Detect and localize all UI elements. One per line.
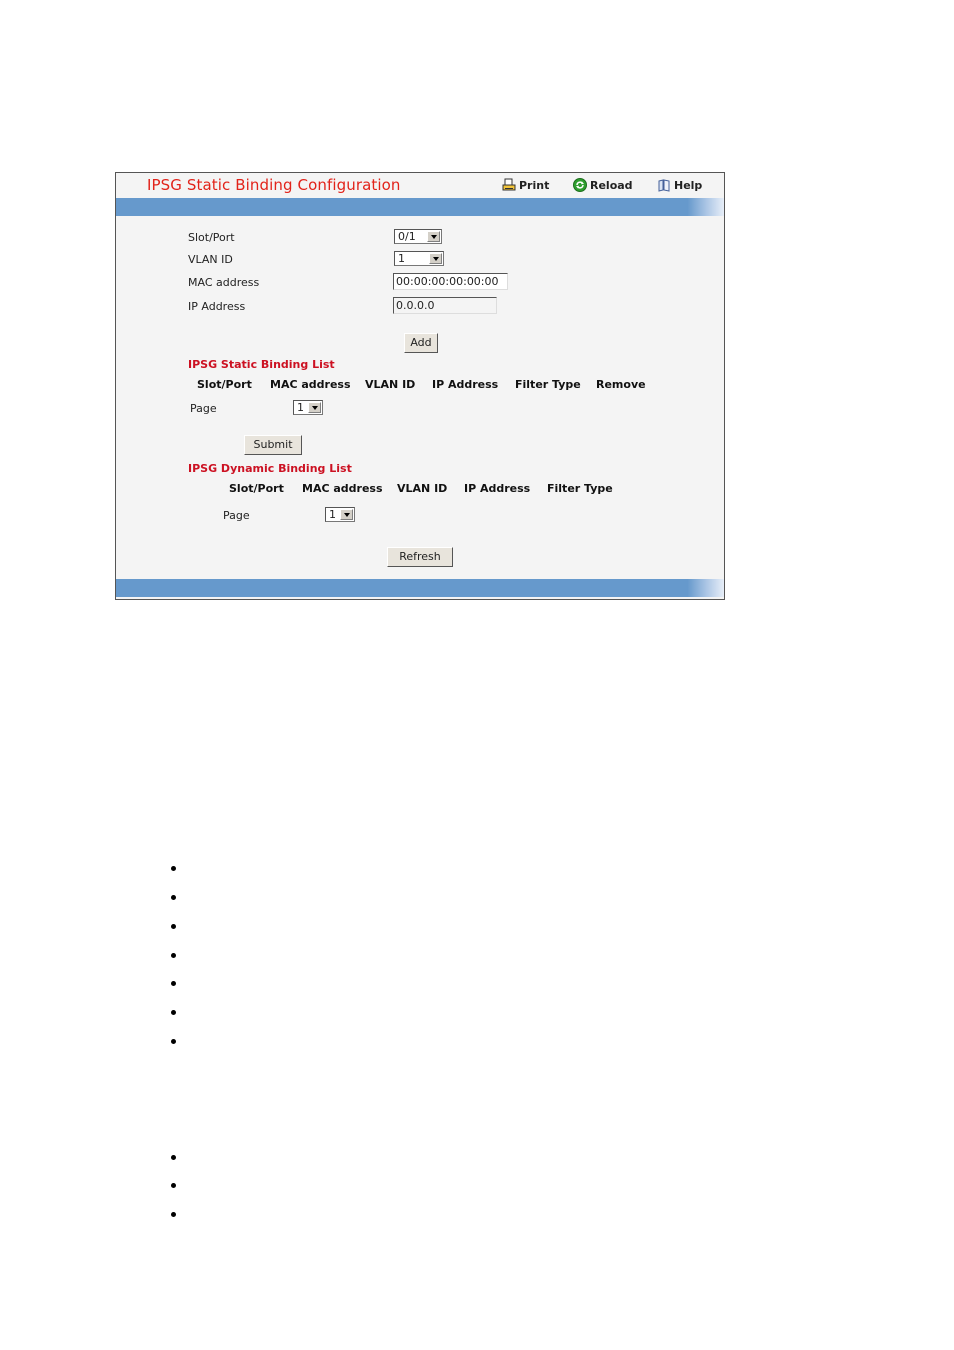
chevron-down-icon: [308, 402, 321, 413]
dynamic-col-filter-type: Filter Type: [547, 482, 613, 495]
print-button[interactable]: Print: [502, 178, 549, 192]
reload-button[interactable]: Reload: [573, 178, 633, 192]
footer-bar: [116, 579, 724, 597]
static-page-select[interactable]: 1: [293, 400, 323, 415]
page-title: IPSG Static Binding Configuration: [147, 176, 401, 194]
mac-address-input[interactable]: 00:00:00:00:00:00: [393, 273, 508, 290]
vlan-id-label: VLAN ID: [188, 253, 233, 266]
slot-port-select[interactable]: 0/1: [394, 229, 442, 244]
static-col-remove: Remove: [596, 378, 646, 391]
list-bullet: [171, 981, 176, 986]
dynamic-col-mac-address: MAC address: [302, 482, 383, 495]
static-col-mac-address: MAC address: [270, 378, 351, 391]
reload-label: Reload: [590, 178, 633, 192]
printer-icon: [502, 178, 516, 192]
static-col-vlan-id: VLAN ID: [365, 378, 416, 391]
list-bullet: [171, 1039, 176, 1044]
list-bullet: [171, 895, 176, 900]
static-col-slot-port: Slot/Port: [197, 378, 252, 391]
reload-icon: [573, 178, 587, 192]
help-button[interactable]: Help: [657, 178, 702, 192]
help-label: Help: [674, 178, 703, 192]
help-book-icon: [657, 178, 671, 192]
static-col-ip-address: IP Address: [432, 378, 499, 391]
static-page-value: 1: [297, 401, 304, 414]
list-bullet: [171, 953, 176, 958]
ipsg-config-panel: IPSG Static Binding Configuration Print: [115, 172, 725, 600]
static-col-filter-type: Filter Type: [515, 378, 581, 391]
list-bullet: [171, 1010, 176, 1015]
dynamic-page-select[interactable]: 1: [325, 507, 355, 522]
slot-port-label: Slot/Port: [188, 231, 235, 244]
vlan-id-value: 1: [398, 252, 405, 265]
print-label: Print: [519, 178, 550, 192]
ip-address-input[interactable]: 0.0.0.0: [393, 297, 497, 314]
dynamic-col-ip-address: IP Address: [464, 482, 531, 495]
dynamic-page-label: Page: [223, 509, 250, 522]
list-bullet: [171, 866, 176, 871]
list-bullet: [171, 1183, 176, 1188]
dynamic-page-value: 1: [329, 508, 336, 521]
dynamic-col-vlan-id: VLAN ID: [397, 482, 448, 495]
add-button[interactable]: Add: [404, 333, 438, 353]
header-divider-bar: [116, 198, 724, 216]
list-bullet: [171, 1212, 176, 1217]
dynamic-binding-list-title: IPSG Dynamic Binding List: [188, 462, 352, 475]
title-bar: IPSG Static Binding Configuration Print: [116, 173, 724, 198]
refresh-button[interactable]: Refresh: [387, 547, 453, 567]
mac-address-label: MAC address: [188, 276, 260, 289]
static-binding-list-title: IPSG Static Binding List: [188, 358, 335, 371]
chevron-down-icon: [340, 509, 353, 520]
chevron-down-icon: [427, 231, 440, 242]
vlan-id-select[interactable]: 1: [394, 251, 444, 266]
list-bullet: [171, 924, 176, 929]
static-page-label: Page: [190, 402, 217, 415]
submit-button[interactable]: Submit: [244, 435, 302, 455]
list-bullet: [171, 1155, 176, 1160]
dynamic-col-slot-port: Slot/Port: [229, 482, 284, 495]
slot-port-value: 0/1: [398, 230, 416, 243]
ip-address-label: IP Address: [188, 300, 246, 313]
chevron-down-icon: [429, 253, 442, 264]
